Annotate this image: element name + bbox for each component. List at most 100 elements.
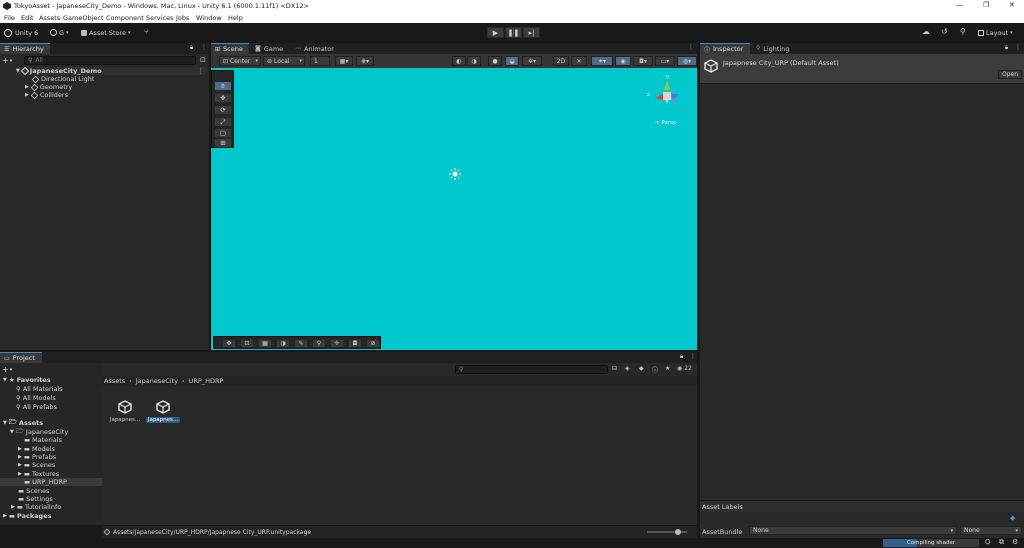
unity-version-button[interactable]: Unity 6 <box>4 27 48 38</box>
scale-tool-button[interactable]: ⤢ <box>214 117 232 127</box>
pivot-mode-dropdown[interactable]: ⊡ Center ▾ <box>219 56 261 66</box>
tab-hierarchy[interactable]: ☰ Hierarchy <box>0 43 50 54</box>
account-button[interactable]: G ▾ <box>50 27 72 38</box>
favorites-header[interactable]: ▼ ★ Favorites <box>3 376 51 384</box>
folder-scenes[interactable]: ▶ ▬ Scenes <box>18 461 55 469</box>
packages-header[interactable]: ▶ ▬ Packages <box>3 512 51 520</box>
menu-edit[interactable]: Edit <box>21 14 34 22</box>
orientation-gizmo[interactable]: y x < Persp <box>641 70 693 128</box>
tab-animator[interactable]: ⋯ Animator <box>291 43 339 54</box>
label-filter-icon[interactable]: ◆ <box>639 365 644 372</box>
rect-tool-button[interactable]: ▢ <box>214 128 232 138</box>
restore-button[interactable]: ❐ <box>983 1 989 9</box>
folder-textures[interactable]: ▶ ▬ Textures <box>18 470 59 478</box>
hierarchy-item-directional-light[interactable]: Directional Light <box>31 75 94 83</box>
breadcrumb-urp-hdrp[interactable]: URP_HDRP <box>189 377 224 385</box>
scene-visibility-icon[interactable]: ⊡ <box>200 56 206 64</box>
minimize-button[interactable]: — <box>956 1 963 9</box>
persp-label[interactable]: < Persp <box>655 120 676 126</box>
folder-prefabs[interactable]: ▶ ▬ Prefabs <box>18 453 56 461</box>
overlay-grid-button[interactable]: ▦ <box>258 339 272 348</box>
audio-toggle-button[interactable]: ✕ <box>571 56 587 66</box>
space-mode-dropdown[interactable]: ⊚ Local ▾ <box>263 56 305 66</box>
hierarchy-scene-row[interactable]: ▼ JapaneseCity_Demo ⋮ <box>16 66 207 76</box>
hierarchy-item-geometry[interactable]: ▶ Geometry <box>25 83 72 91</box>
directional-light-gizmo[interactable] <box>449 168 461 180</box>
tag-label-icon[interactable]: ◆ <box>1010 514 1020 522</box>
project-create-button[interactable]: + ▾ <box>2 365 18 374</box>
menu-file[interactable]: File <box>4 14 15 22</box>
camera-settings-dropdown[interactable]: ◘▾ <box>633 56 653 66</box>
asset-bundle-dropdown[interactable]: None ▾ <box>749 526 957 535</box>
menu-window[interactable]: Window <box>196 14 222 22</box>
lock-icon[interactable]: 🔒︎ <box>680 353 683 361</box>
more-options-icon[interactable]: ⋮ <box>1015 44 1021 51</box>
rotate-tool-button[interactable]: ⟳ <box>214 105 232 115</box>
lit-mode-button[interactable]: ◒ <box>505 56 519 66</box>
grid-snapping-button[interactable]: ▦▾ <box>335 56 353 66</box>
overlay-search-button[interactable]: ⚲ <box>312 339 326 348</box>
hand-tool-button[interactable]: ✋︎ <box>214 81 232 91</box>
open-button[interactable]: Open <box>998 70 1022 79</box>
overlay-camera-button[interactable]: ◘ <box>348 339 362 348</box>
folder-tutorialinfo[interactable]: ▶ ▬ TutorialInfo <box>11 503 61 511</box>
asset-tile[interactable]: Japapnes... <box>106 400 144 434</box>
draw-mode-button[interactable]: ◐ <box>452 56 466 66</box>
grid-size-input[interactable]: 1 <box>310 56 330 66</box>
menu-gameobject[interactable]: GameObject <box>63 14 104 22</box>
lock-icon[interactable]: 🔒︎ <box>190 44 193 52</box>
lock-icon[interactable]: 🔒︎ <box>1005 44 1008 52</box>
tab-lighting[interactable]: 💡︎ Lighting <box>752 43 796 54</box>
more-options-icon[interactable]: ⋮ <box>201 44 207 51</box>
2d-toggle-button[interactable]: 2D <box>553 56 569 66</box>
asset-store-button[interactable]: Asset Store ▾ <box>81 27 135 38</box>
overlay-move-button[interactable]: ✥ <box>222 339 236 348</box>
search-filter-icon[interactable]: ⊟ <box>612 365 617 372</box>
close-window-button[interactable]: ✕ <box>1009 1 1015 9</box>
overlay-snap-button[interactable]: ⊡ <box>240 339 254 348</box>
type-filter-icon[interactable]: ◈ <box>625 365 630 372</box>
slider-handle[interactable] <box>675 529 681 535</box>
gizmos-dropdown[interactable]: ◍▾ <box>677 56 697 66</box>
more-options-icon[interactable]: ⋮ <box>198 67 207 75</box>
increment-snapping-button[interactable]: ⋕▾ <box>356 56 374 66</box>
favorite-all-materials[interactable]: ⚲ All Materials <box>16 385 63 393</box>
more-options-icon[interactable]: ⋮ <box>690 353 696 360</box>
play-button[interactable]: ▶ <box>487 27 504 38</box>
tab-scene[interactable]: ⊞ Scene <box>211 43 249 54</box>
overlay-pivot-button[interactable]: ✛ <box>330 339 344 348</box>
cloud-icon[interactable]: ☁ <box>922 27 930 36</box>
menu-services[interactable]: Services <box>146 14 173 22</box>
favorite-star-icon[interactable]: ★ <box>665 365 670 372</box>
scene-viewport[interactable]: ✋︎ ✥ ⟳ ⤢ ▢ ⊞ y x < Persp ✥ ⊡ ▦ ◑ ✎ ⚲ ✛ ◘… <box>211 68 697 350</box>
render-debug-dropdown[interactable]: ✲▾ <box>522 56 542 66</box>
settings-icon[interactable]: ⚙ <box>1012 538 1018 546</box>
more-options-icon[interactable]: ⋮ <box>688 44 694 51</box>
overlay-shading-button[interactable]: ◑ <box>276 339 290 348</box>
unlit-mode-button[interactable]: ● <box>488 56 502 66</box>
menu-jobs[interactable]: Jobs <box>176 14 189 22</box>
overlay-brush-button[interactable]: ✎ <box>294 339 308 348</box>
hierarchy-item-colliders[interactable]: ▶ Colliders <box>25 91 68 99</box>
layout-dropdown[interactable]: Layout ▾ <box>978 27 1020 38</box>
search-icon[interactable]: ⚲ <box>960 27 966 36</box>
folder-assets-scenes[interactable]: ▬ Scenes <box>18 487 49 495</box>
icon-size-slider[interactable] <box>647 529 687 535</box>
hierarchy-search-input[interactable]: ⚲ All <box>24 56 196 65</box>
asset-tile-selected[interactable]: Japapnes... <box>144 400 182 434</box>
folder-japanesecity[interactable]: ▼ 🗁︎ JapaneseCity <box>10 427 68 437</box>
menu-help[interactable]: Help <box>228 14 243 22</box>
move-tool-button[interactable]: ✥ <box>214 93 232 103</box>
overlay-disable-button[interactable]: ⊘ <box>366 339 380 348</box>
shaded-mode-button[interactable]: ◑ <box>467 56 481 66</box>
tab-game[interactable]: ◙ Game <box>251 43 289 54</box>
project-search-input[interactable]: ⚲ <box>455 365 608 374</box>
undo-history-icon[interactable]: ↺ <box>941 27 948 36</box>
step-button[interactable]: ▸| <box>523 27 540 38</box>
tab-project[interactable]: ▭ Project <box>0 352 42 363</box>
hidden-objects-button[interactable]: ◉ <box>615 56 631 66</box>
asset-variant-dropdown[interactable]: None ▾ <box>960 526 1022 535</box>
version-control-icon[interactable]: ⑂ <box>144 28 148 36</box>
favorite-all-prefabs[interactable]: ⚲ All Prefabs <box>16 403 57 411</box>
folder-settings[interactable]: ▬ Settings <box>18 495 53 503</box>
